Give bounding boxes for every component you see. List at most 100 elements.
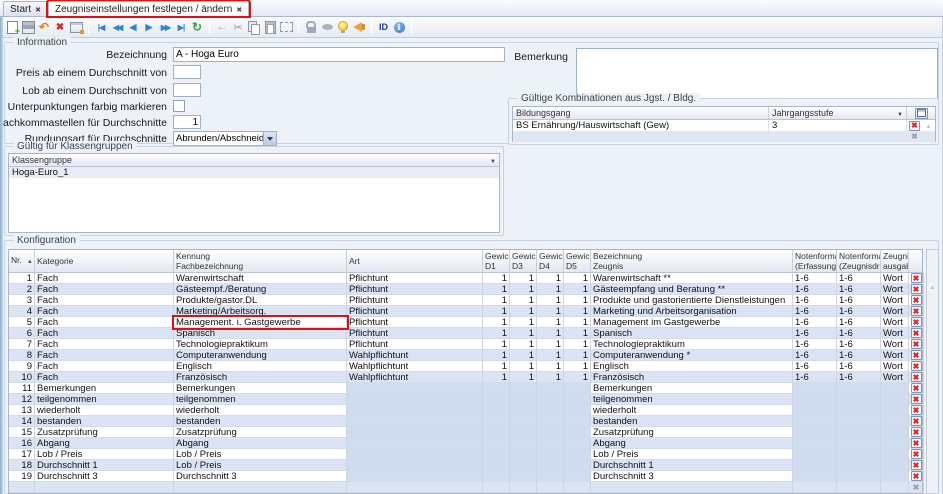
delete-row-button[interactable] bbox=[909, 121, 920, 131]
cell-nf2[interactable] bbox=[837, 394, 881, 405]
cell-nf1[interactable] bbox=[793, 383, 837, 394]
cell-art[interactable]: Pflichtunt bbox=[347, 306, 483, 317]
cell-nf2[interactable]: 1-6 bbox=[837, 306, 881, 317]
copy-icon[interactable] bbox=[246, 19, 262, 35]
cell-art[interactable] bbox=[347, 482, 483, 493]
delete-row-button[interactable] bbox=[911, 471, 922, 481]
cell-aus[interactable]: Wort bbox=[881, 350, 909, 361]
cell-nf2[interactable] bbox=[837, 383, 881, 394]
cell-art[interactable]: Wahlpflichtunt bbox=[347, 350, 483, 361]
cell-ken[interactable]: Management. i. Gastgewerbe bbox=[174, 317, 347, 328]
cell-art[interactable] bbox=[347, 449, 483, 460]
cell-kat[interactable]: Fach bbox=[35, 350, 174, 361]
prior-record-icon[interactable] bbox=[125, 19, 141, 35]
cell-bez[interactable]: Warenwirtschaft ** bbox=[591, 273, 793, 284]
filter-dropdown-icon[interactable] bbox=[897, 108, 903, 118]
cell-aus[interactable]: Wort bbox=[881, 317, 909, 328]
scroll-up-icon[interactable] bbox=[926, 120, 932, 131]
cell-kat[interactable]: Abgang bbox=[35, 438, 174, 449]
tab-start[interactable]: Start bbox=[3, 1, 48, 16]
delete-row-button[interactable] bbox=[911, 361, 922, 371]
cell-ken[interactable]: teilgenommen bbox=[174, 394, 347, 405]
cell-bez[interactable]: Französisch bbox=[591, 372, 793, 383]
cell-bez[interactable]: Abgang bbox=[591, 438, 793, 449]
cell-d1[interactable]: 1 bbox=[483, 339, 510, 350]
cell-bez[interactable]: Durchschnitt 3 bbox=[591, 471, 793, 482]
cell-d4[interactable] bbox=[537, 438, 564, 449]
cell-d5[interactable]: 1 bbox=[564, 284, 591, 295]
cell-kat[interactable]: Fach bbox=[35, 284, 174, 295]
cell-art[interactable] bbox=[347, 438, 483, 449]
next-record-icon[interactable] bbox=[141, 19, 157, 35]
table-row[interactable]: BS Ernährung/Hauswirtschaft (Gew) 3 bbox=[513, 120, 935, 131]
cell-d4[interactable] bbox=[537, 471, 564, 482]
cell-ken[interactable]: wiederholt bbox=[174, 405, 347, 416]
cell-d5[interactable] bbox=[564, 460, 591, 471]
cell-ken[interactable]: Bemerkungen bbox=[174, 383, 347, 394]
last-record-icon[interactable] bbox=[173, 19, 189, 35]
cell-nf1[interactable] bbox=[793, 460, 837, 471]
cell-nr[interactable]: 8 bbox=[9, 350, 35, 361]
column-klassengruppe[interactable]: Klassengruppe bbox=[9, 154, 499, 166]
cell-d5[interactable]: 1 bbox=[564, 328, 591, 339]
preview-icon[interactable] bbox=[319, 19, 335, 35]
cell-d3[interactable] bbox=[510, 394, 537, 405]
cell-d1[interactable] bbox=[483, 405, 510, 416]
cell-d5[interactable]: 1 bbox=[564, 350, 591, 361]
list-item[interactable]: Hoga-Euro_1 bbox=[9, 167, 499, 178]
cell-d5[interactable]: 1 bbox=[564, 361, 591, 372]
delete-row-button[interactable] bbox=[911, 306, 922, 316]
column-kennung[interactable]: KennungFachbezeichnung bbox=[174, 250, 347, 272]
cell-art[interactable]: Pflichtunt bbox=[347, 339, 483, 350]
cell-d1[interactable] bbox=[483, 383, 510, 394]
cell-nf2[interactable] bbox=[837, 471, 881, 482]
cell-nf2[interactable]: 1-6 bbox=[837, 328, 881, 339]
cell-d1[interactable]: 1 bbox=[483, 350, 510, 361]
lob-input[interactable] bbox=[173, 83, 201, 97]
unterpunktungen-checkbox[interactable] bbox=[173, 100, 185, 112]
cell-kat[interactable]: bestanden bbox=[35, 416, 174, 427]
delete-row-button[interactable] bbox=[911, 350, 922, 360]
cell-bez[interactable]: Technologiepraktikum bbox=[591, 339, 793, 350]
cell-d3[interactable] bbox=[510, 471, 537, 482]
column-bildungsgang[interactable]: Bildungsgang bbox=[513, 107, 769, 119]
delete-row-button[interactable] bbox=[911, 383, 922, 393]
cell-aus[interactable]: Wort bbox=[881, 284, 909, 295]
cell-nf2[interactable] bbox=[837, 460, 881, 471]
cell-kat[interactable]: Fach bbox=[35, 295, 174, 306]
cell-art[interactable]: Wahlpflichtunt bbox=[347, 372, 483, 383]
cell-nr[interactable]: 14 bbox=[9, 416, 35, 427]
cell-nf1[interactable]: 1-6 bbox=[793, 306, 837, 317]
cell-d1[interactable]: 1 bbox=[483, 317, 510, 328]
close-icon[interactable] bbox=[35, 4, 41, 15]
back-icon[interactable] bbox=[214, 19, 230, 35]
column-bezeichnung-zeugnis[interactable]: BezeichnungZeugnis bbox=[591, 250, 793, 272]
cell-nf1[interactable] bbox=[793, 449, 837, 460]
column-notenformat-zeugnisdruck[interactable]: Notenformat(Zeugnisdruck) bbox=[837, 250, 881, 272]
cell-d4[interactable] bbox=[537, 405, 564, 416]
cell-nr[interactable]: 13 bbox=[9, 405, 35, 416]
paste-icon[interactable] bbox=[262, 19, 278, 35]
cell-d3[interactable]: 1 bbox=[510, 339, 537, 350]
cell-d1[interactable] bbox=[483, 438, 510, 449]
table-row[interactable]: 10FachFranzösischWahlpflichtunt1111Franz… bbox=[9, 372, 922, 383]
cell-nf2[interactable] bbox=[837, 438, 881, 449]
cell-nr[interactable]: 17 bbox=[9, 449, 35, 460]
cell-kat[interactable]: Fach bbox=[35, 273, 174, 284]
table-row[interactable]: 15ZusatzprüfungZusatzprüfungZusatzprüfun… bbox=[9, 427, 922, 438]
cell-bez[interactable]: Marketing und Arbeitsorganisation bbox=[591, 306, 793, 317]
table-row[interactable]: 18Durchschnitt 1Lob / PreisDurchschnitt … bbox=[9, 460, 922, 471]
cell-art[interactable] bbox=[347, 383, 483, 394]
cell-aus[interactable]: Wort bbox=[881, 328, 909, 339]
cell-nf1[interactable]: 1-6 bbox=[793, 328, 837, 339]
cell-d1[interactable]: 1 bbox=[483, 273, 510, 284]
cell-d4[interactable]: 1 bbox=[537, 328, 564, 339]
cell-bez[interactable]: teilgenommen bbox=[591, 394, 793, 405]
cell-d3[interactable] bbox=[510, 405, 537, 416]
table-row[interactable]: 19Durchschnitt 3Durchschnitt 3Durchschni… bbox=[9, 471, 922, 482]
cell-d4[interactable]: 1 bbox=[537, 295, 564, 306]
delete-row-button[interactable] bbox=[911, 317, 922, 327]
cell-art[interactable] bbox=[347, 460, 483, 471]
cell-nr[interactable]: 7 bbox=[9, 339, 35, 350]
cell-d1[interactable] bbox=[483, 471, 510, 482]
